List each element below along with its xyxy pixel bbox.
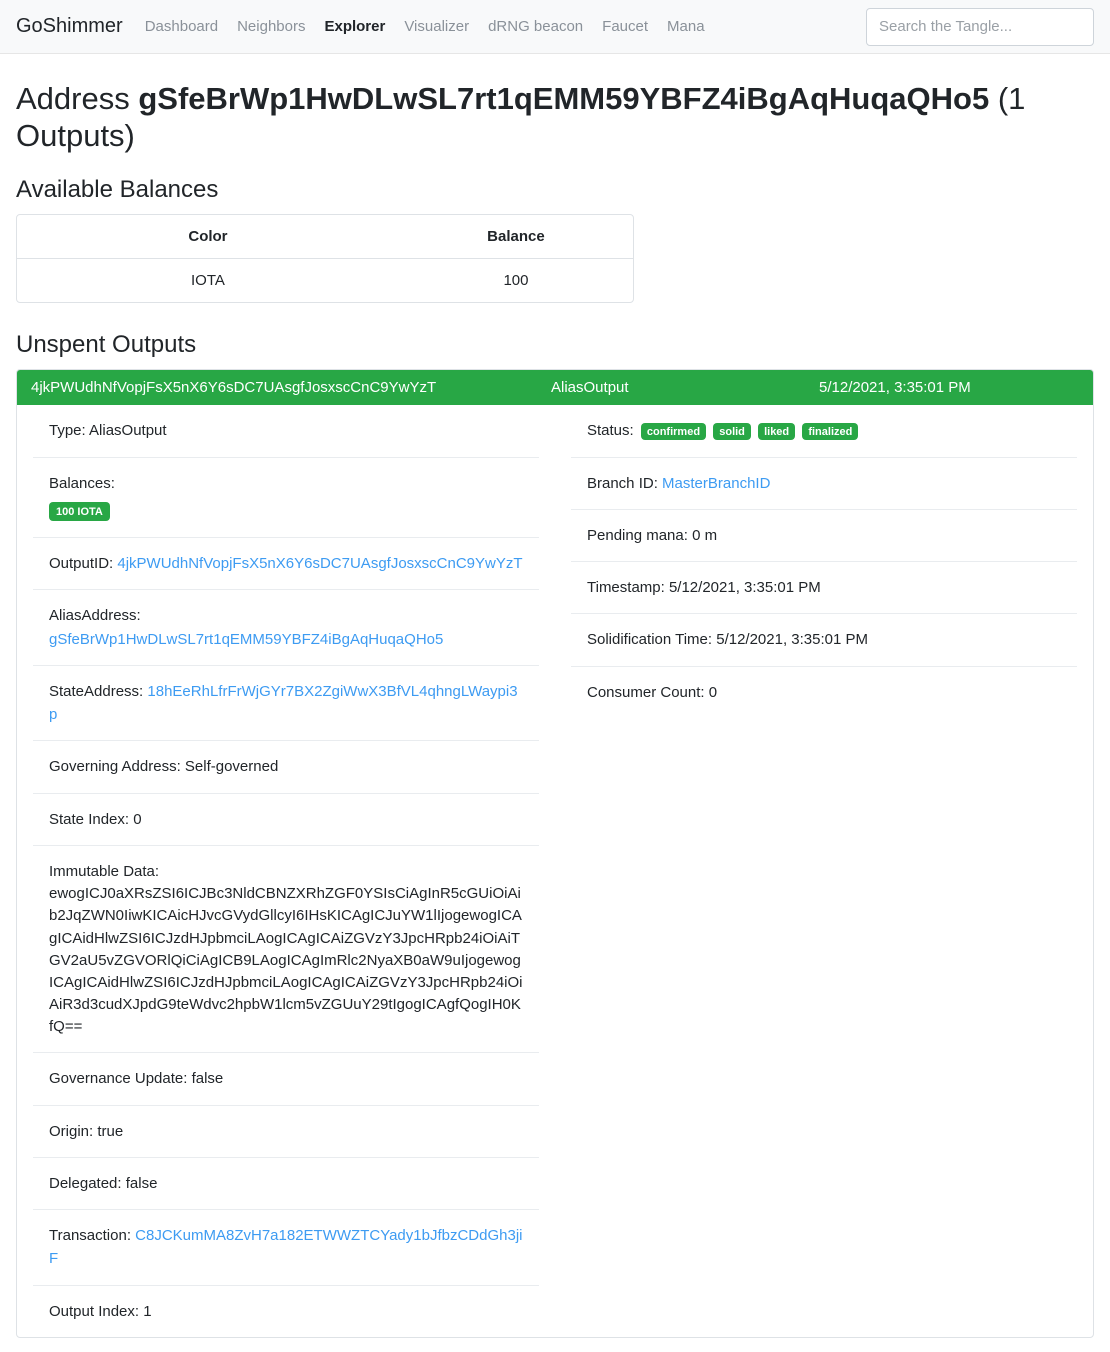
top-navbar: GoShimmer Dashboard Neighbors Explorer V… [0,0,1110,54]
detail-alias-address-link[interactable]: gSfeBrWp1HwDLwSL7rt1qEMM59YBFZ4iBgAqHuqa… [49,631,443,648]
detail-solidification-time: Solidification Time: 5/12/2021, 3:35:01 … [571,613,1077,665]
detail-pending-mana: Pending mana: 0 m [571,508,1077,561]
available-balances-table: Color Balance IOTA 100 [17,215,633,302]
balance-cell-color: IOTA [191,272,225,290]
detail-immutable-data-label: Immutable Data: [49,862,160,880]
detail-state-address: StateAddress: 18hEeRhLfrFrWjGYr7BX2ZgiWw… [33,664,539,741]
detail-branch-id: Branch ID: MasterBranchID [571,456,1077,509]
detail-alias-address-label: AliasAddress: [49,607,141,625]
page-title: Address gSfeBrWp1HwDLwSL7rt1qEMM59YBFZ4i… [16,80,1094,154]
balances-col-color: Color [188,228,228,246]
available-balances-heading: Available Balances [16,176,219,204]
nav-link-explorer[interactable]: Explorer [324,18,385,35]
detail-output-index: Output Index: 1 [33,1284,539,1337]
detail-balances: Balances: 100 IOTA [33,456,539,538]
detail-origin: Origin: true [33,1104,539,1157]
page-content: Address gSfeBrWp1HwDLwSL7rt1qEMM59YBFZ4i… [0,80,1110,1338]
search-input[interactable] [866,7,1094,46]
unspent-outputs-heading: Unspent Outputs [16,331,197,359]
detail-output-id: OutputID: 4jkPWUdhNfVopjFsX5nX6Y6sDC7UAs… [33,537,539,589]
nav-links: Dashboard Neighbors Explorer Visualizer … [145,18,866,35]
detail-output-id-link[interactable]: 4jkPWUdhNfVopjFsX5nX6Y6sDC7UAsgfJosxscCn… [117,555,522,572]
brand-logo[interactable]: GoShimmer [16,15,123,38]
status-badge: finalized [802,422,859,440]
detail-alias-address: AliasAddress: gSfeBrWp1HwDLwSL7rt1qEMM59… [33,589,539,665]
page-title-prefix: Address [16,81,130,116]
balance-cell-amount: 100 [503,272,529,290]
status-badge: solid [713,422,751,440]
nav-link-neighbors[interactable]: Neighbors [237,18,305,35]
table-row: IOTA 100 [17,259,633,303]
nav-link-mana[interactable]: Mana [667,18,705,35]
detail-governing-address: Governing Address: Self-governed [33,740,539,792]
detail-governance-update: Governance Update: false [33,1052,539,1104]
output-card-header[interactable]: 4jkPWUdhNfVopjFsX5nX6Y6sDC7UAsgfJosxscCn… [17,370,1093,406]
unspent-output-card: 4jkPWUdhNfVopjFsX5nX6Y6sDC7UAsgfJosxscCn… [16,369,1094,1338]
detail-type: Type: AliasOutput [49,422,167,440]
output-details-right-column: Status: confirmed solid liked finalized … [555,405,1093,1337]
detail-immutable-data: Immutable Data: ewogICJ0aXRsZSI6ICJBc3Nl… [33,844,539,1053]
detail-status-label: Status: [587,422,634,440]
output-details-left-column: Type: AliasOutput Balances: 100 IOTA Out… [17,405,555,1337]
detail-consumer-count: Consumer Count: 0 [571,665,1077,718]
available-balances-table-wrap: Color Balance IOTA 100 [16,214,634,304]
nav-link-faucet[interactable]: Faucet [602,18,648,35]
status-badge-group: confirmed solid liked finalized [640,419,861,442]
detail-branch-id-link[interactable]: MasterBranchID [662,475,770,492]
nav-link-drng-beacon[interactable]: dRNG beacon [488,18,583,35]
detail-transaction: Transaction: C8JCKumMA8ZvH7a182ETWWZTCYa… [33,1209,539,1285]
output-card-body: Type: AliasOutput Balances: 100 IOTA Out… [17,405,1093,1337]
status-badge: confirmed [640,422,707,440]
nav-link-visualizer[interactable]: Visualizer [404,18,469,35]
status-badge: liked [758,422,796,440]
detail-immutable-data-value: ewogICJ0aXRsZSI6ICJBc3NldCBNZXRhZGF0YSIs… [49,885,523,1036]
balances-table-head: Color Balance [17,215,633,259]
output-card-header-timestamp: 5/12/2021, 3:35:01 PM [819,379,971,397]
balances-header-row: Color Balance [17,215,633,259]
balance-badge: 100 IOTA [49,502,110,522]
detail-status: Status: confirmed solid liked finalized [571,405,1077,456]
nav-link-dashboard[interactable]: Dashboard [145,18,218,35]
page-title-address: gSfeBrWp1HwDLwSL7rt1qEMM59YBFZ4iBgAqHuqa… [138,81,990,116]
detail-balances-label: Balances: [49,474,115,492]
detail-state-address-label: StateAddress: [49,682,144,700]
balances-table-body: IOTA 100 [17,259,633,303]
balances-col-balance: Balance [487,228,545,246]
output-card-header-type: AliasOutput [551,379,629,397]
output-card-header-id: 4jkPWUdhNfVopjFsX5nX6Y6sDC7UAsgfJosxscCn… [31,379,437,397]
detail-transaction-label: Transaction: [49,1227,131,1245]
detail-timestamp: Timestamp: 5/12/2021, 3:35:01 PM [571,561,1077,613]
detail-state-index: State Index: 0 [33,792,539,845]
detail-branch-id-label: Branch ID: [587,474,658,492]
detail-output-id-label: OutputID: [49,555,114,573]
detail-delegated: Delegated: false [33,1156,539,1209]
